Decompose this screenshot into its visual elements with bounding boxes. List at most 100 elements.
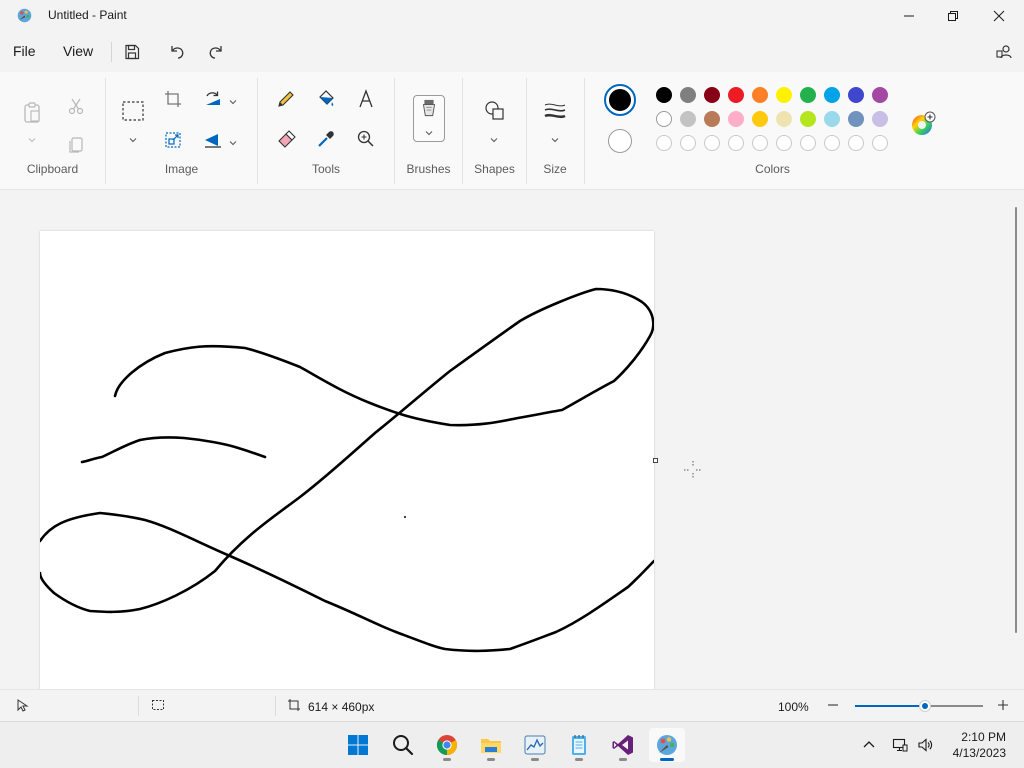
resize-button[interactable] [159,126,187,154]
brush-icon [422,99,436,117]
crop-button[interactable] [159,85,187,113]
zoom-in-button[interactable] [996,698,1012,714]
chrome-taskbar-button[interactable] [429,728,465,762]
search-button[interactable] [385,728,421,762]
custom-color-slot[interactable] [752,135,768,151]
magnifier-button[interactable] [352,125,380,153]
color-swatch[interactable] [800,87,816,103]
color-swatch[interactable] [728,87,744,103]
primary-color-button[interactable] [604,84,636,116]
account-button[interactable] [992,40,1016,64]
chevron-down-icon [229,141,237,146]
flip-dropdown-chevron[interactable] [228,135,238,146]
custom-color-slot[interactable] [680,135,696,151]
chevron-down-icon [490,138,498,143]
undo-button[interactable] [165,40,189,64]
shapes-button[interactable] [480,96,510,126]
menu-separator [111,42,112,62]
start-button[interactable] [340,728,376,762]
color-swatch[interactable] [824,87,840,103]
show-hidden-icons-button[interactable] [858,734,880,756]
running-indicator [660,758,674,761]
custom-color-slot[interactable] [848,135,864,151]
plus-icon [998,700,1008,710]
custom-color-slot[interactable] [704,135,720,151]
select-button[interactable] [118,96,148,126]
select-dropdown-chevron[interactable] [128,132,138,143]
custom-color-slot[interactable] [800,135,816,151]
canvas-resize-handle[interactable] [653,458,658,463]
custom-color-slot[interactable] [824,135,840,151]
minimize-button[interactable] [886,0,932,32]
color-picker-button[interactable] [312,125,340,153]
menu-file[interactable]: File [13,43,36,59]
redo-button[interactable] [204,40,228,64]
tools-label: Tools [311,162,340,176]
fill-button[interactable] [312,85,340,113]
color-swatch[interactable] [824,111,840,127]
rotate-button[interactable] [199,85,227,113]
system-clock[interactable]: 2:10 PM 4/13/2023 [953,729,1006,761]
paste-button[interactable] [18,96,46,130]
color-swatch[interactable] [848,111,864,127]
image-label: Image [164,162,199,176]
undo-icon [171,46,184,59]
zoom-slider[interactable] [855,700,983,712]
color-swatch[interactable] [752,87,768,103]
custom-color-slot[interactable] [728,135,744,151]
color-swatch[interactable] [776,111,792,127]
eraser-button[interactable] [272,125,300,153]
text-button[interactable] [352,85,380,113]
paste-dropdown-chevron[interactable] [27,132,37,143]
pencil-button[interactable] [272,85,300,113]
drawing-canvas[interactable] [40,231,654,689]
zoom-slider-thumb[interactable] [919,700,931,712]
paint-taskbar-button[interactable] [649,728,685,762]
cursor-icon [17,699,29,712]
shapes-label: Shapes [474,162,515,176]
vertical-scrollbar[interactable] [1015,207,1017,633]
restore-button[interactable] [930,0,976,32]
rotate-dropdown-chevron[interactable] [228,94,238,105]
color-swatch[interactable] [704,111,720,127]
color-swatch[interactable] [656,87,672,103]
secondary-color-button[interactable] [608,129,632,153]
edit-colors-icon [912,111,936,135]
title-bar: Untitled - Paint [0,0,1024,32]
network-button[interactable] [889,734,911,756]
volume-button[interactable] [914,734,936,756]
color-swatch[interactable] [848,87,864,103]
color-swatch[interactable] [752,111,768,127]
size-dropdown-chevron[interactable] [550,132,560,143]
size-button[interactable] [540,96,570,126]
color-swatch[interactable] [776,87,792,103]
color-swatch[interactable] [680,111,696,127]
custom-color-slot[interactable] [776,135,792,151]
custom-color-slot[interactable] [872,135,888,151]
canvas-size-icon-wrap [287,698,303,714]
notepad-taskbar-button[interactable] [561,728,597,762]
flip-button[interactable] [199,126,227,154]
brushes-button[interactable] [413,95,445,142]
cut-button[interactable] [62,92,90,120]
color-swatch[interactable] [680,87,696,103]
edit-colors-button[interactable] [910,111,936,137]
color-swatch[interactable] [800,111,816,127]
flip-icon [205,134,221,148]
color-swatch[interactable] [656,111,672,127]
color-swatch[interactable] [872,87,888,103]
visual-studio-taskbar-button[interactable] [605,728,641,762]
color-swatch[interactable] [728,111,744,127]
save-button[interactable] [120,40,144,64]
menu-view[interactable]: View [63,43,93,59]
color-swatch[interactable] [704,87,720,103]
task-manager-taskbar-button[interactable] [517,728,553,762]
custom-color-slot[interactable] [656,135,672,151]
shapes-dropdown-chevron[interactable] [489,132,499,143]
close-button[interactable] [976,0,1022,32]
color-swatch[interactable] [872,111,888,127]
file-explorer-taskbar-button[interactable] [473,728,509,762]
zoom-out-button[interactable] [826,698,842,714]
file-explorer-icon [481,739,501,753]
copy-button[interactable] [62,131,90,159]
